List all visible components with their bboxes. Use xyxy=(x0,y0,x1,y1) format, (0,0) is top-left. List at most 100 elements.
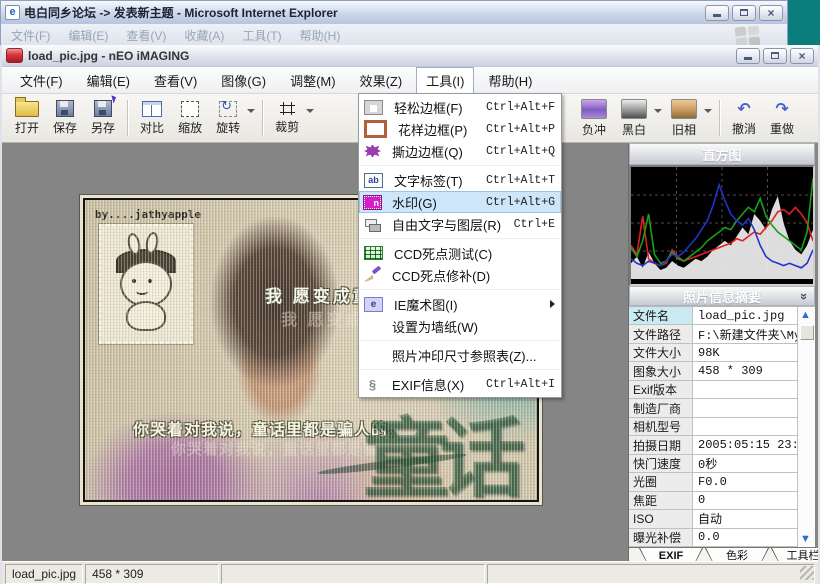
tools-menu-item-label: 撕边边框(Q) xyxy=(392,142,463,161)
tools-menu-item[interactable]: n水印(G)Ctrl+Alt+G xyxy=(359,191,561,213)
ie-menu-item[interactable]: 编辑(E) xyxy=(68,27,108,44)
menu-item-top[interactable]: 调整(M) xyxy=(280,67,346,94)
info-label[interactable]: 图象大小 xyxy=(629,362,693,379)
menu-item-top[interactable]: 编辑(E) xyxy=(77,67,140,94)
info-row: 焦距0 xyxy=(629,492,815,510)
ie-minimize-button[interactable] xyxy=(705,5,729,21)
tools-menu-item[interactable]: 照片冲印尺寸参照表(Z)... xyxy=(359,344,561,366)
toolbar-button-label: 重做 xyxy=(770,120,794,137)
tools-menu-item[interactable]: CCD死点测试(C) xyxy=(359,242,561,264)
info-label[interactable]: 相机型号 xyxy=(629,418,693,435)
neo-menubar: 文件(F)编辑(E)查看(V)图像(G)调整(M)效果(Z)工具(I)帮助(H) xyxy=(2,67,818,94)
tab-色彩[interactable]: 色彩 xyxy=(705,548,769,561)
info-value xyxy=(693,418,798,435)
info-label[interactable]: 文件路径 xyxy=(629,325,693,342)
collapse-chevron-icon[interactable]: » xyxy=(797,293,812,300)
dropdown-arrow-icon[interactable] xyxy=(306,109,314,113)
neo-minimize-button[interactable] xyxy=(736,48,760,64)
toolbar-button-savefloppy[interactable]: 保存 xyxy=(46,98,84,138)
toolbar-button-cropmarks[interactable]: 裁剪 xyxy=(268,100,306,137)
ie-close-button[interactable]: × xyxy=(759,5,783,21)
info-label[interactable]: 光圈 xyxy=(629,473,693,490)
dropdown-arrow-icon[interactable] xyxy=(704,109,712,113)
tab-label: EXIF xyxy=(645,548,697,561)
info-label[interactable]: 制造厂商 xyxy=(629,399,693,416)
info-label[interactable]: 文件名 xyxy=(629,307,693,324)
ie-titlebar[interactable]: e 电白同乡论坛 -> 发表新主题 - Microsoft Internet E… xyxy=(1,1,787,24)
menu-item-top[interactable]: 查看(V) xyxy=(144,67,207,94)
scroll-up-icon[interactable]: ▲ xyxy=(800,309,811,321)
tools-menu-shortcut: Ctrl+Alt+T xyxy=(486,174,555,187)
info-label[interactable]: Exif版本 xyxy=(629,381,693,398)
info-scrollbar[interactable]: ▲ ▼ xyxy=(798,307,815,547)
tools-menu-shortcut: Ctrl+E xyxy=(514,218,555,231)
toolbar-button-label: 另存 xyxy=(91,119,115,136)
neo-maximize-button[interactable] xyxy=(763,48,787,64)
tab-exif[interactable]: EXIF xyxy=(639,548,703,561)
tools-menu-item-label: CCD死点修补(D) xyxy=(392,266,490,285)
dropdown-arrow-icon[interactable] xyxy=(247,109,255,113)
save-floppy-icon xyxy=(56,100,74,117)
ie-menu-item[interactable]: 帮助(H) xyxy=(300,27,341,44)
photo-credit-text: by....jathyapple xyxy=(95,208,201,221)
ie-menu-item[interactable]: 工具(T) xyxy=(242,27,281,44)
tools-dropdown-menu: 轻松边框(F)Ctrl+Alt+F花样边框(P)Ctrl+Alt+P撕边边框(Q… xyxy=(358,93,562,398)
menu-item-tools-open[interactable]: 工具(I) xyxy=(416,67,474,94)
tools-menu-item-label: 文字标签(T) xyxy=(394,171,463,190)
text-label-icon: ab xyxy=(364,173,383,188)
menu-item-top[interactable]: 效果(Z) xyxy=(350,67,413,94)
tools-menu-item[interactable]: 撕边边框(Q)Ctrl+Alt+Q xyxy=(359,140,561,162)
toolbar-button-negativethumb[interactable]: 负冲 xyxy=(574,97,614,140)
tools-menu-item[interactable]: eIE魔术图(I) xyxy=(359,293,561,315)
toolbar-button-saveasfloppy[interactable]: 另存 xyxy=(84,98,122,138)
tools-menu-item[interactable]: 轻松边框(F)Ctrl+Alt+F xyxy=(359,96,561,118)
tools-menu-item[interactable]: §EXIF信息(X)Ctrl+Alt+I xyxy=(359,373,561,395)
grayscale-thumb-icon xyxy=(621,99,647,119)
tools-menu-item[interactable]: ab 文字标签(T) Ctrl+Alt+T xyxy=(359,169,561,191)
tools-menu-item[interactable]: 花样边框(P)Ctrl+Alt+P xyxy=(359,118,561,140)
toolbar-button-grayscalethumb[interactable]: 黑白 xyxy=(614,97,654,140)
toolbar-button-sepiathumb[interactable]: 旧相 xyxy=(664,97,704,140)
info-label[interactable]: 快门速度 xyxy=(629,455,693,472)
submenu-arrow-icon xyxy=(550,300,555,308)
menu-separator xyxy=(359,162,561,169)
ie-menu-item[interactable]: 收藏(A) xyxy=(184,27,224,44)
tab-工具栏[interactable]: 工具栏 xyxy=(771,548,818,561)
scroll-down-icon[interactable]: ▼ xyxy=(800,533,811,545)
neo-titlebar[interactable]: load_pic.jpg - nEO iMAGING × xyxy=(2,45,818,67)
ie-menu-item[interactable]: 文件(F) xyxy=(11,27,50,44)
info-row: 光圈F0.0 xyxy=(629,473,815,491)
resize-grip[interactable] xyxy=(800,566,814,580)
info-label[interactable]: ISO xyxy=(629,510,693,527)
info-label[interactable]: 文件大小 xyxy=(629,344,693,361)
tools-menu-item[interactable]: 自由文字与图层(R)Ctrl+E xyxy=(359,213,561,235)
ie-maximize-button[interactable] xyxy=(732,5,756,21)
menu-separator xyxy=(359,366,561,373)
info-label[interactable]: 拍摄日期 xyxy=(629,436,693,453)
status-image-size: 458 * 309 xyxy=(85,564,219,584)
tools-menu-item[interactable]: 设置为墙纸(W) xyxy=(359,315,561,337)
info-row: 曝光补偿0.0 xyxy=(629,529,815,547)
status-panel-empty xyxy=(221,564,485,584)
info-row: 制造厂商 xyxy=(629,399,815,417)
menu-item-top[interactable]: 帮助(H) xyxy=(478,67,542,94)
info-label[interactable]: 焦距 xyxy=(629,492,693,509)
tools-menu-item-label: 照片冲印尺寸参照表(Z)... xyxy=(392,346,536,365)
toolbar-button-redoarrow[interactable]: ↷重做 xyxy=(763,97,801,139)
ie-menu-item[interactable]: 查看(V) xyxy=(126,27,166,44)
scrollbar-thumb[interactable] xyxy=(800,325,814,340)
menu-item-top[interactable]: 图像(G) xyxy=(211,67,276,94)
menu-item-top[interactable]: 文件(F) xyxy=(10,67,73,94)
toolbar-button-undoarrow[interactable]: ↶撤消 xyxy=(725,97,763,139)
dropdown-arrow-icon[interactable] xyxy=(654,109,662,113)
crop-marks-icon xyxy=(280,102,295,116)
toolbar-button-rotatearrow[interactable]: 旋转 xyxy=(209,99,247,138)
info-label[interactable]: 曝光补偿 xyxy=(629,529,693,546)
info-row: Exif版本 xyxy=(629,381,815,399)
toolbar-button-openfolder[interactable]: 打开 xyxy=(8,99,46,138)
toolbar-button-zoommarquee[interactable]: 缩放 xyxy=(171,99,209,138)
neo-close-button[interactable]: × xyxy=(790,48,814,64)
tools-menu-item[interactable]: CCD死点修补(D) xyxy=(359,264,561,286)
tools-menu-shortcut: Ctrl+Alt+F xyxy=(486,101,555,114)
toolbar-button-comparewindows[interactable]: 对比 xyxy=(133,99,171,138)
